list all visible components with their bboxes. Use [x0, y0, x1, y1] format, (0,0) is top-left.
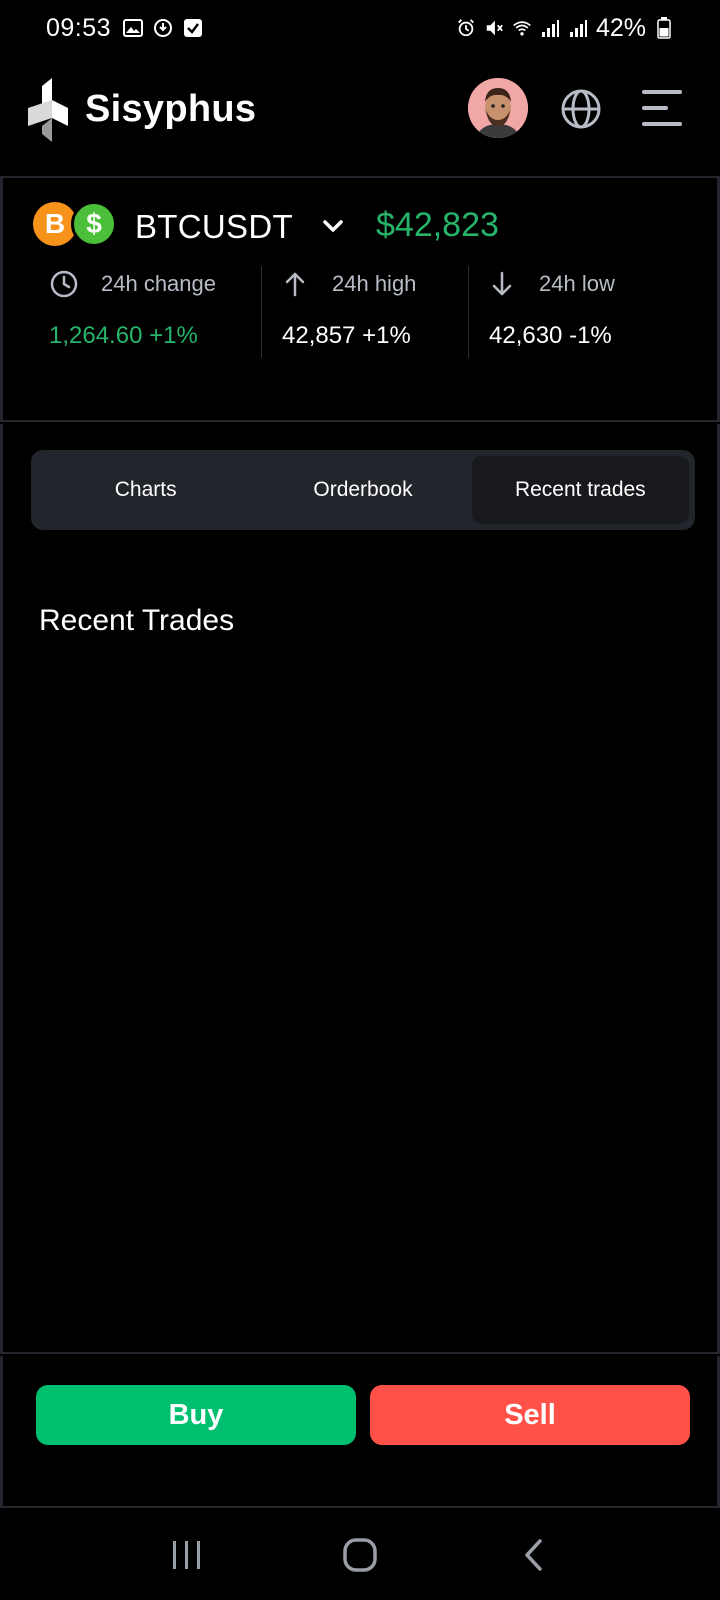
stat-value: 1,264.60 +1%: [49, 322, 198, 349]
tab-bar: Charts Orderbook Recent trades: [31, 450, 695, 530]
stat-label: 24h change: [101, 271, 216, 296]
stat-value: 42,630 -1%: [489, 322, 612, 349]
system-nav-bar: [0, 1510, 720, 1600]
avatar[interactable]: [468, 78, 528, 138]
battery-icon: [654, 17, 674, 39]
usd-icon: $: [71, 201, 117, 247]
trade-actions: Buy Sell: [0, 1356, 720, 1508]
system-icons: 42%: [456, 0, 674, 56]
app-header: Sisyphus: [0, 70, 720, 170]
tab-recent-trades[interactable]: Recent trades: [471, 456, 689, 524]
signal-icon: [540, 18, 560, 38]
notification-icons: [123, 18, 203, 38]
stat-label: 24h low: [539, 271, 615, 296]
alarm-icon: [456, 18, 476, 38]
signal-icon-2: [568, 18, 588, 38]
stat-label: 24h high: [332, 271, 417, 296]
wifi-icon: [512, 18, 532, 38]
globe-icon[interactable]: [560, 88, 602, 130]
stat-24h-high: 24h high 42,857 +1%: [261, 266, 467, 358]
image-icon: [123, 18, 144, 38]
buy-button[interactable]: Buy: [36, 1385, 356, 1445]
checkbox-icon: [183, 18, 203, 38]
tab-orderbook[interactable]: Orderbook: [254, 456, 471, 524]
pair-selector[interactable]: BTCUSDT: [135, 208, 293, 246]
tab-charts[interactable]: Charts: [37, 456, 254, 524]
home-icon[interactable]: [330, 1525, 390, 1585]
pair-icons: B $: [33, 201, 117, 248]
content-panel: Charts Orderbook Recent trades Recent Tr…: [0, 424, 720, 1354]
status-time: 09:53: [46, 13, 112, 42]
stat-value: 42,857 +1%: [282, 322, 411, 349]
menu-icon[interactable]: [640, 88, 686, 128]
chevron-down-icon[interactable]: [321, 214, 345, 238]
ticker-card: B $ BTCUSDT $42,823 24h change 1,264.60 …: [0, 176, 720, 422]
recent-apps-icon[interactable]: [157, 1525, 217, 1585]
download-icon: [153, 18, 173, 38]
stat-24h-low: 24h low 42,630 -1%: [468, 266, 674, 358]
battery-percent: 42%: [595, 13, 646, 42]
pair-price: $42,823: [376, 206, 499, 244]
app-title: Sisyphus: [85, 88, 257, 130]
sisyphus-logo-icon[interactable]: [28, 78, 72, 142]
arrow-up-icon: [280, 269, 310, 299]
section-title: Recent Trades: [39, 604, 235, 637]
back-icon[interactable]: [503, 1525, 563, 1585]
status-bar: 09:53 42%: [0, 0, 720, 56]
sell-button[interactable]: Sell: [370, 1385, 690, 1445]
clock-icon: [49, 269, 79, 299]
stat-24h-change: 24h change 1,264.60 +1%: [49, 266, 259, 358]
mute-icon: [484, 18, 504, 38]
arrow-down-icon: [487, 269, 517, 299]
